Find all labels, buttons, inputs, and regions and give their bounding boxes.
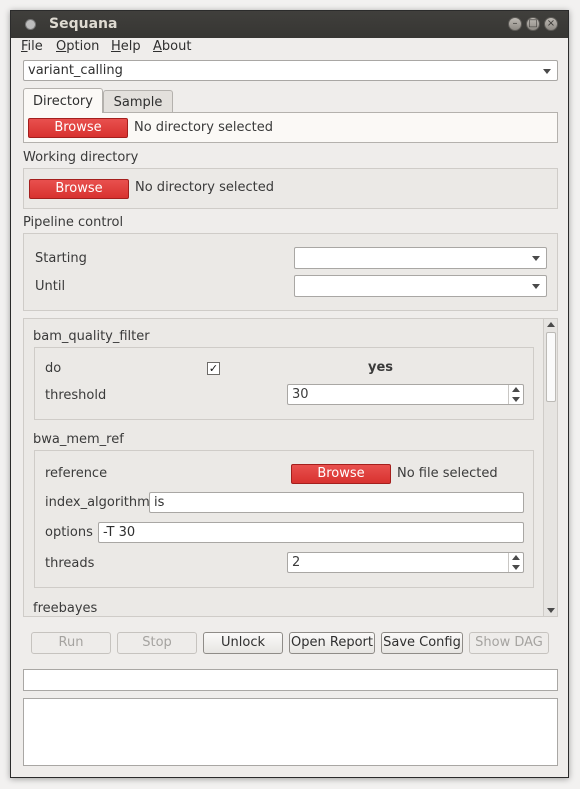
- open-report-button[interactable]: Open Report: [289, 632, 375, 654]
- progress-bar: [23, 669, 558, 691]
- working-directory-status: No directory selected: [135, 180, 274, 195]
- working-directory-browse-button[interactable]: Browse: [29, 179, 129, 199]
- pipeline-select[interactable]: variant_calling: [23, 60, 558, 81]
- config-scrollbar[interactable]: [543, 319, 557, 616]
- chevron-up-icon: [512, 555, 520, 560]
- chevron-down-icon: [512, 397, 520, 402]
- pipeline-select-value: variant_calling: [28, 63, 123, 78]
- save-config-button[interactable]: Save Config: [381, 632, 463, 654]
- menu-about[interactable]: About: [153, 39, 191, 54]
- run-button[interactable]: Run: [31, 632, 111, 654]
- options-label: options: [45, 525, 93, 540]
- close-button[interactable]: ×: [544, 17, 558, 31]
- minimize-button[interactable]: –: [508, 17, 522, 31]
- do-value: yes: [368, 360, 394, 375]
- bwa-mem-ref-group: reference Browse No file selected index_…: [34, 450, 534, 588]
- working-directory-title: Working directory: [23, 150, 139, 165]
- scrollbar-thumb[interactable]: [546, 332, 556, 402]
- window-title: Sequana: [49, 16, 118, 32]
- title-bar: Sequana – □ ×: [11, 11, 568, 38]
- maximize-button[interactable]: □: [526, 17, 540, 31]
- chevron-down-icon[interactable]: [547, 608, 555, 613]
- do-checkbox[interactable]: ✓: [207, 362, 220, 375]
- main-window: Sequana – □ × File Option Help About var…: [10, 10, 569, 778]
- app-icon: [25, 19, 36, 30]
- chevron-up-icon: [512, 387, 520, 392]
- input-directory-browse-button[interactable]: Browse: [28, 118, 128, 138]
- threshold-label: threshold: [45, 388, 107, 403]
- working-directory-panel: Browse No directory selected: [23, 168, 558, 209]
- pipeline-control-panel: Starting Until: [23, 233, 558, 311]
- threshold-spinbox[interactable]: 30: [287, 384, 524, 405]
- starting-select[interactable]: [294, 247, 547, 269]
- options-input[interactable]: -T 30: [98, 522, 524, 543]
- menu-file[interactable]: File: [21, 39, 43, 54]
- reference-label: reference: [45, 466, 108, 481]
- spin-buttons[interactable]: [508, 553, 523, 572]
- pipeline-control-title: Pipeline control: [23, 215, 124, 230]
- chevron-down-icon: [532, 256, 540, 261]
- do-label: do: [45, 361, 62, 376]
- bam-quality-filter-title: bam_quality_filter: [33, 329, 150, 344]
- menu-help[interactable]: Help: [111, 39, 141, 54]
- tab-directory[interactable]: Directory: [23, 88, 103, 113]
- tab-sample[interactable]: Sample: [103, 90, 173, 113]
- chevron-down-icon: [543, 69, 551, 74]
- menu-option[interactable]: Option: [56, 39, 99, 54]
- bam-quality-filter-group: do ✓ yes threshold 30: [34, 347, 534, 420]
- reference-status: No file selected: [397, 466, 498, 481]
- chevron-up-icon[interactable]: [547, 322, 555, 327]
- menu-bar: File Option Help About: [11, 38, 568, 58]
- config-scroll-area: bam_quality_filter do ✓ yes threshold 30…: [23, 318, 558, 617]
- stop-button[interactable]: Stop: [117, 632, 197, 654]
- log-output[interactable]: [23, 698, 558, 766]
- chevron-down-icon: [532, 284, 540, 289]
- index-algorithm-label: index_algorithm: [45, 495, 150, 510]
- spin-buttons[interactable]: [508, 385, 523, 404]
- reference-browse-button[interactable]: Browse: [291, 464, 391, 484]
- threads-label: threads: [45, 556, 95, 571]
- freebayes-title: freebayes: [33, 601, 98, 616]
- show-dag-button[interactable]: Show DAG: [469, 632, 549, 654]
- until-label: Until: [35, 279, 66, 294]
- threads-spinbox[interactable]: 2: [287, 552, 524, 573]
- starting-label: Starting: [35, 251, 87, 266]
- unlock-button[interactable]: Unlock: [203, 632, 283, 654]
- until-select[interactable]: [294, 275, 547, 297]
- directory-tab-panel: Browse No directory selected: [23, 112, 558, 143]
- chevron-down-icon: [512, 565, 520, 570]
- bwa-mem-ref-title: bwa_mem_ref: [33, 432, 124, 447]
- input-directory-status: No directory selected: [134, 120, 273, 135]
- index-algorithm-input[interactable]: is: [149, 492, 524, 513]
